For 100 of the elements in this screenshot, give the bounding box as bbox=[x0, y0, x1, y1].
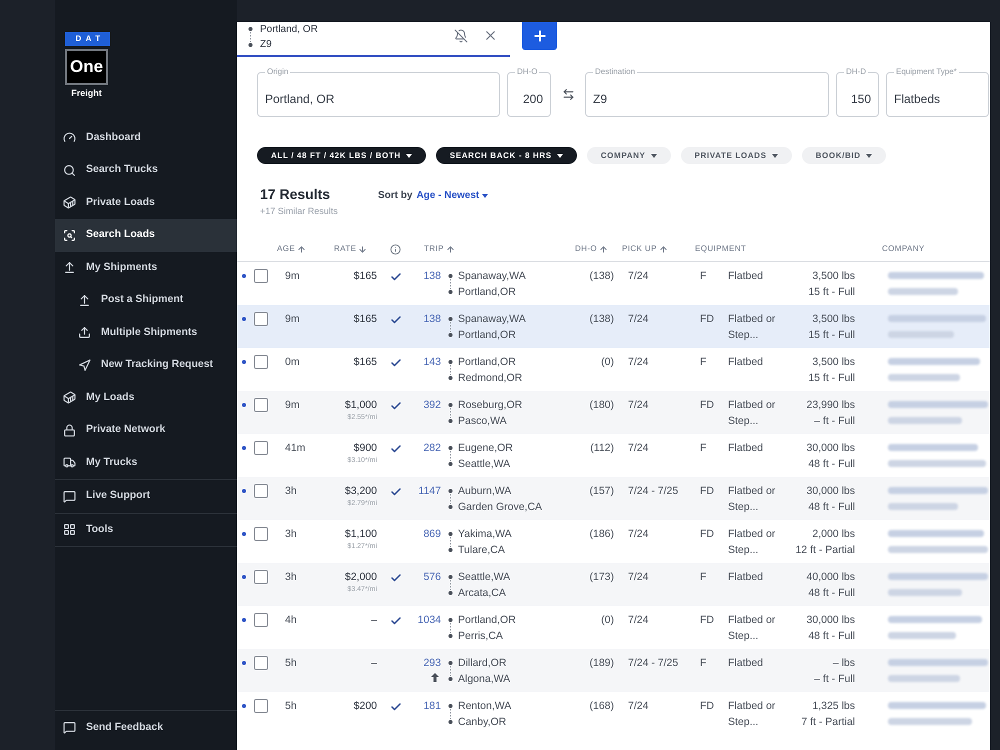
sidebar-item[interactable]: New Tracking Request bbox=[55, 349, 237, 382]
equipment-code: FD bbox=[700, 313, 714, 325]
sort-dropdown[interactable]: Age - Newest bbox=[416, 190, 488, 202]
trip-miles-link[interactable]: 293 bbox=[423, 655, 441, 671]
blurred-text bbox=[888, 331, 954, 338]
filter-chip[interactable]: SEARCH BACK - 8 HRS bbox=[436, 147, 577, 164]
sidebar-item[interactable]: Dashboard bbox=[55, 122, 237, 154]
filter-chip[interactable]: BOOK/BID bbox=[802, 147, 886, 164]
equipment-type: Flatbed bbox=[728, 656, 764, 671]
chat-bubble-icon bbox=[63, 490, 76, 503]
row-checkbox[interactable] bbox=[254, 484, 268, 498]
row-checkbox[interactable] bbox=[254, 441, 268, 455]
row-checkbox[interactable] bbox=[254, 656, 268, 670]
blurred-text bbox=[888, 632, 956, 639]
row-checkbox[interactable] bbox=[254, 269, 268, 283]
sidebar-item[interactable]: Private Network bbox=[55, 414, 237, 446]
weight-text: 3,500 lbs bbox=[812, 312, 855, 327]
column-header[interactable]: COMPANY bbox=[882, 243, 925, 255]
sidebar-item[interactable]: Search Loads bbox=[55, 219, 237, 252]
length-text: 7 ft - Partial bbox=[801, 715, 855, 730]
trip-miles-link[interactable]: 576 bbox=[423, 569, 441, 585]
location-field[interactable]: Origin Portland, OR bbox=[257, 67, 500, 117]
column-header[interactable]: TRIP bbox=[424, 243, 455, 255]
sidebar-item[interactable]: Search Trucks bbox=[55, 154, 237, 186]
weight-text: 2,000 lbs bbox=[812, 527, 855, 542]
blurred-text bbox=[888, 288, 958, 295]
sidebar-item[interactable]: My Loads bbox=[55, 382, 237, 414]
column-header[interactable]: RATE bbox=[334, 243, 368, 255]
column-header[interactable]: PICK UP bbox=[622, 243, 668, 255]
destination-text: Redmond,OR bbox=[458, 371, 522, 386]
upload-icon bbox=[63, 261, 76, 274]
row-checkbox[interactable] bbox=[254, 312, 268, 326]
close-icon[interactable] bbox=[483, 28, 498, 43]
sidebar-item[interactable]: Post a Shipment bbox=[55, 284, 237, 316]
add-search-button[interactable] bbox=[522, 22, 557, 50]
info-icon[interactable] bbox=[390, 244, 401, 254]
age-text: 9m bbox=[285, 270, 300, 282]
rate-text: $1,000 bbox=[344, 398, 377, 413]
location-field[interactable]: Destination Z9 bbox=[585, 67, 829, 117]
length-text: – ft - Full bbox=[814, 414, 855, 429]
equipment-code: FD bbox=[700, 485, 714, 497]
deadhead-text: (180) bbox=[589, 399, 614, 411]
length-text: 48 ft - Full bbox=[808, 629, 855, 644]
caret-icon bbox=[406, 154, 412, 158]
rate-text: $1,100 bbox=[344, 527, 377, 542]
sidebar-item[interactable]: My Trucks bbox=[55, 446, 237, 479]
column-header[interactable]: EQUIPMENT bbox=[695, 243, 746, 255]
row-checkbox[interactable] bbox=[254, 570, 268, 584]
search-tab[interactable]: Portland, OR Z9 bbox=[237, 22, 510, 57]
trip-miles-link[interactable]: 869 bbox=[423, 526, 441, 542]
equipment-code: F bbox=[700, 442, 706, 454]
column-header[interactable]: DH-O bbox=[575, 243, 608, 255]
table-row[interactable]: 5h – 293 Dillard,OR Algona,WA (189) 7/24 - 7/25 F Flatbed – lbs – ft - Full bbox=[237, 649, 990, 692]
table-row[interactable]: 9m $165 138 Spanaway,WA Portland,OR (138) 7/24 FD Flatbed or Step... 3,500 lbs 15 ft - Full bbox=[237, 305, 990, 348]
trip-miles-link[interactable]: 282 bbox=[423, 440, 441, 456]
equipment-type: Flatbed or Step... bbox=[728, 398, 776, 429]
route-icon bbox=[448, 532, 453, 552]
row-checkbox[interactable] bbox=[254, 398, 268, 412]
destination-text: Algona,WA bbox=[458, 672, 510, 687]
trip-miles-link[interactable]: 1034 bbox=[418, 612, 441, 628]
trip-miles-link[interactable]: 138 bbox=[423, 268, 441, 284]
sidebar-item[interactable]: Private Loads bbox=[55, 186, 237, 219]
container-icon bbox=[63, 391, 76, 404]
rate-text: $165 bbox=[354, 312, 377, 327]
blurred-text bbox=[888, 675, 960, 682]
sidebar-item[interactable]: Live Support bbox=[55, 480, 237, 512]
row-checkbox[interactable] bbox=[254, 527, 268, 541]
destination-text: Garden Grove,CA bbox=[458, 500, 542, 515]
pickup-date: 7/24 bbox=[628, 571, 648, 583]
deadhead-text: (138) bbox=[589, 313, 614, 325]
trip-miles-link[interactable]: 181 bbox=[423, 698, 441, 714]
trip-miles-link[interactable]: 143 bbox=[423, 354, 441, 370]
equipment-type: Flatbed or Step... bbox=[728, 484, 776, 515]
equipment-type: Flatbed bbox=[728, 269, 764, 284]
weight-text: 40,000 lbs bbox=[806, 570, 855, 585]
rate-text: $2,000 bbox=[344, 570, 377, 585]
row-checkbox[interactable] bbox=[254, 699, 268, 713]
swap-icon[interactable] bbox=[562, 88, 574, 101]
sidebar-item[interactable]: Tools bbox=[55, 514, 237, 546]
sidebar-item[interactable]: My Shipments bbox=[55, 252, 237, 284]
feedback-link[interactable]: Send Feedback bbox=[55, 711, 237, 744]
route-icon bbox=[448, 403, 453, 423]
select-field[interactable]: Equipment Type* Flatbeds bbox=[886, 67, 989, 117]
row-checkbox[interactable] bbox=[254, 613, 268, 627]
row-checkbox[interactable] bbox=[254, 355, 268, 369]
weight-text: – lbs bbox=[832, 656, 855, 671]
filter-chip[interactable]: COMPANY bbox=[586, 147, 671, 164]
trip-miles-link[interactable]: 392 bbox=[423, 397, 441, 413]
chat-bubble-icon bbox=[63, 721, 76, 734]
trip-miles-link[interactable]: 138 bbox=[423, 311, 441, 327]
rate-text: – bbox=[371, 656, 377, 671]
number-field[interactable]: DH-O 200 bbox=[507, 67, 551, 117]
filter-chip[interactable]: ALL / 48 FT / 42K LBS / BOTH bbox=[257, 147, 426, 164]
filter-chip[interactable]: PRIVATE LOADS bbox=[680, 147, 792, 164]
bell-off-icon[interactable] bbox=[454, 29, 468, 43]
column-header[interactable]: AGE bbox=[277, 243, 306, 255]
number-field[interactable]: DH-D 150 bbox=[836, 67, 879, 117]
origin-text: Portland,OR bbox=[458, 613, 516, 628]
sidebar-item[interactable]: Multiple Shipments bbox=[55, 316, 237, 349]
trip-miles-link[interactable]: 1147 bbox=[418, 483, 441, 499]
